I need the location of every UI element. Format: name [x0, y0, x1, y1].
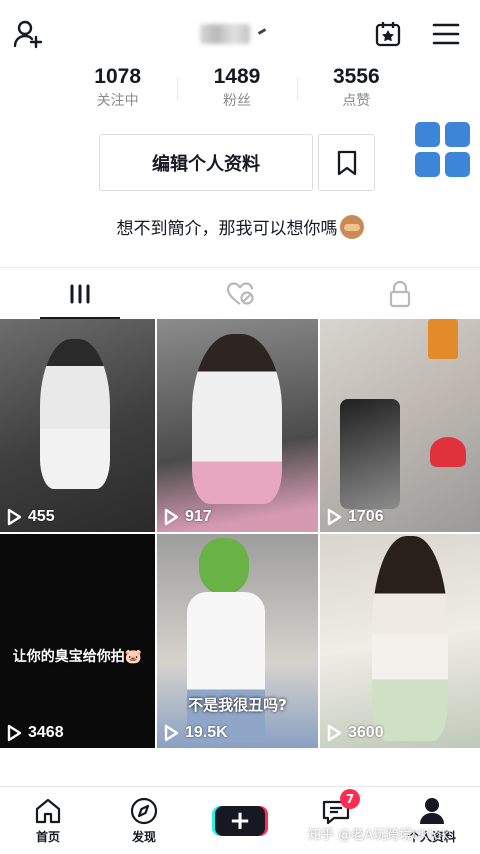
tab-liked[interactable] — [160, 268, 320, 319]
video-grid-icon — [70, 284, 90, 303]
video-thumbnail[interactable]: 不是我很丑吗? 19.5K — [157, 534, 318, 748]
play-icon — [7, 508, 22, 526]
play-icon — [164, 508, 179, 526]
stat-label: 粉丝 — [222, 93, 251, 109]
nav-inbox[interactable]: 7 — [288, 787, 384, 854]
thumbnail-figure — [187, 592, 265, 742]
video-caption: 不是我很丑吗? — [188, 696, 287, 714]
hidden-heart-icon — [226, 281, 254, 305]
tile — [415, 122, 440, 147]
lock-icon — [389, 280, 411, 307]
view-count-text: 1706 — [348, 508, 384, 525]
play-icon — [327, 724, 342, 742]
video-grid: 455 917 1706 让你的臭宝给你拍🐷 3468 不是我很丑吗? 19.5… — [0, 319, 480, 748]
thumbnail-figure — [372, 536, 448, 741]
bottom-navigation: 首页 发现 + 7 个人资料 — [0, 786, 480, 854]
username-blurred — [200, 24, 250, 44]
play-icon — [164, 724, 179, 742]
view-count: 19.5K — [163, 724, 228, 742]
add-friend-icon[interactable] — [10, 16, 46, 52]
profile-bio[interactable]: 想不到簡介，那我可以想你嗎 — [0, 214, 480, 239]
stat-value: 3556 — [332, 65, 380, 88]
view-count: 917 — [163, 508, 212, 526]
tab-private[interactable] — [320, 268, 480, 319]
view-count: 1706 — [326, 508, 384, 526]
top-bar — [0, 0, 480, 64]
thumbnail-figure — [192, 334, 282, 504]
create-plus-icon: + — [215, 805, 265, 836]
stat-label: 点赞 — [342, 93, 371, 109]
profile-stats: 1078 关注中 1489 粉丝 3556 点赞 — [58, 64, 416, 116]
tile — [445, 152, 470, 177]
view-count-text: 917 — [185, 508, 212, 525]
inbox-badge: 7 — [340, 789, 360, 809]
monkey-emoji-icon — [339, 215, 364, 239]
home-icon — [35, 798, 61, 823]
video-thumbnail[interactable]: 917 — [157, 319, 318, 532]
nav-home[interactable]: 首页 — [0, 787, 96, 854]
video-thumbnail[interactable]: 1706 — [320, 319, 480, 532]
view-count-text: 3600 — [348, 724, 384, 741]
favorites-button[interactable] — [318, 134, 375, 191]
nav-profile[interactable]: 个人资料 — [384, 787, 480, 854]
grid-tiles-icon[interactable] — [415, 122, 471, 178]
profile-person-icon — [420, 797, 444, 824]
video-thumbnail[interactable]: 让你的臭宝给你拍🐷 3468 — [0, 534, 155, 748]
stat-value: 1078 — [94, 65, 142, 88]
view-count: 3468 — [6, 724, 64, 742]
compass-icon — [130, 797, 158, 824]
tab-videos[interactable] — [0, 268, 160, 319]
fish-mask-shape — [199, 538, 249, 594]
nav-home-label: 首页 — [35, 829, 60, 844]
video-thumbnail[interactable]: 455 — [0, 319, 155, 532]
stat-likes[interactable]: 3556 点赞 — [296, 64, 416, 116]
username-dropdown-icon[interactable] — [257, 28, 267, 35]
play-icon — [7, 724, 22, 742]
video-caption: 让你的臭宝给你拍🐷 — [12, 649, 143, 665]
view-count-text: 3468 — [28, 724, 64, 741]
nav-discover[interactable]: 发现 — [96, 787, 192, 854]
edit-profile-button[interactable]: 编辑个人资料 — [99, 134, 313, 191]
watermark: 知乎 @老A玩跨境tiktok — [308, 828, 449, 843]
content-tabs — [0, 267, 480, 319]
nav-create[interactable]: + — [192, 787, 288, 854]
play-icon — [327, 508, 342, 526]
calendar-star-icon[interactable] — [370, 16, 406, 52]
tile — [415, 152, 440, 177]
menu-icon[interactable] — [426, 16, 466, 52]
view-count-text: 455 — [28, 508, 55, 525]
tile — [445, 122, 470, 147]
bio-text: 想不到簡介，那我可以想你嗎 — [116, 219, 338, 239]
sticker-shape — [428, 319, 458, 359]
view-count-text: 19.5K — [185, 724, 228, 741]
heart-sticker-icon — [430, 437, 466, 467]
stat-following[interactable]: 1078 关注中 — [58, 64, 177, 116]
nav-discover-label: 发现 — [131, 829, 156, 844]
thumbnail-figure — [40, 339, 110, 489]
view-count: 455 — [6, 508, 55, 526]
view-count: 3600 — [326, 724, 384, 742]
stat-label: 关注中 — [96, 93, 139, 109]
thumbnail-figure — [340, 399, 400, 509]
stat-followers[interactable]: 1489 粉丝 — [177, 64, 296, 116]
stat-value: 1489 — [213, 65, 261, 88]
video-thumbnail[interactable]: 3600 — [320, 534, 480, 748]
bookmark-icon — [337, 150, 356, 175]
